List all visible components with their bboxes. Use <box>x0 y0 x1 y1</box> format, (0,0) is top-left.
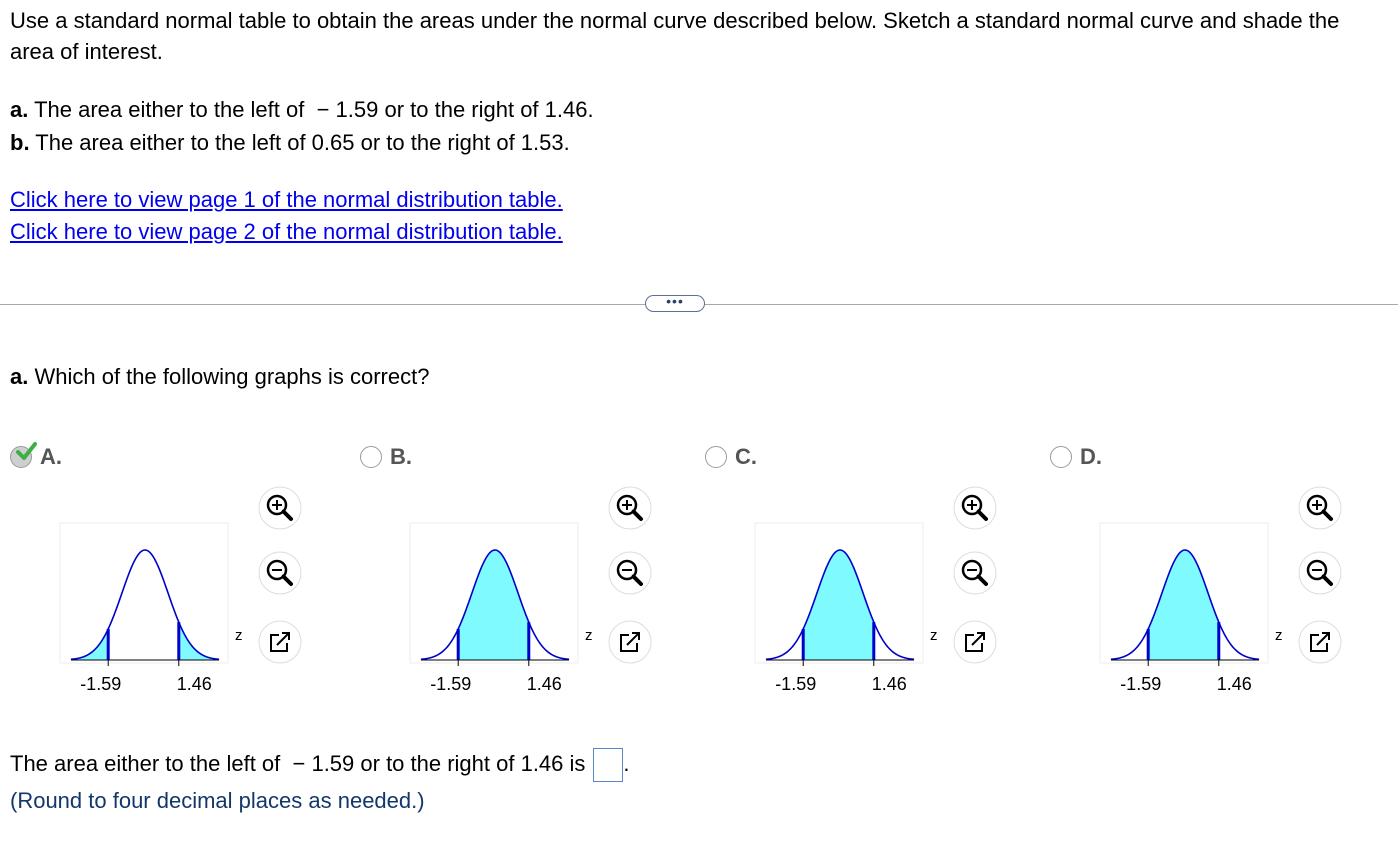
part-a-label: a. <box>10 97 29 122</box>
option-b-radio[interactable] <box>360 446 382 468</box>
open-new-window-icon[interactable] <box>257 619 303 665</box>
tick-label-left: -1.59 <box>1120 674 1161 694</box>
z-axis-label: z <box>1275 627 1283 644</box>
part-b-label: b. <box>10 130 30 155</box>
right-tail-shading <box>178 622 220 660</box>
tick-label-left: -1.59 <box>430 674 471 694</box>
option-a-radio[interactable] <box>10 442 37 468</box>
answer-line: The area either to the left of − 1.59 or… <box>10 748 630 782</box>
tick-label-right: 1.46 <box>177 674 212 694</box>
zoom-in-icon[interactable] <box>257 485 303 531</box>
problem-parts: a. The area either to the left of − 1.59… <box>10 93 594 159</box>
open-new-window-icon[interactable] <box>1297 619 1343 665</box>
answer-prompt: The area either to the left of − 1.59 or… <box>10 750 586 776</box>
option-b-header: B. <box>360 444 412 470</box>
checkmark-icon <box>15 441 37 463</box>
option-d-letter: D. <box>1080 444 1102 469</box>
zoom-out-icon[interactable] <box>257 550 303 596</box>
z-axis-label: z <box>235 627 243 644</box>
tick-label-left: -1.59 <box>80 674 121 694</box>
zoom-in-icon[interactable] <box>607 485 653 531</box>
option-c-letter: C. <box>735 444 757 469</box>
normal-table-page-2-link[interactable]: Click here to view page 2 of the normal … <box>10 216 563 248</box>
option-c-radio[interactable] <box>705 446 727 468</box>
middle-shading <box>1148 550 1219 660</box>
middle-shading <box>458 550 529 660</box>
zoom-out-icon[interactable] <box>607 550 653 596</box>
middle-shading <box>803 550 874 660</box>
open-new-window-icon[interactable] <box>952 619 998 665</box>
option-c-graph: -1.59 1.46 <box>754 522 924 694</box>
option-d-header: D. <box>1050 444 1102 470</box>
part-a: a. The area either to the left of − 1.59… <box>10 93 594 126</box>
option-c-header: C. <box>705 444 757 470</box>
expand-more-button[interactable]: ••• <box>645 294 705 312</box>
part-b-text: The area either to the left of 0.65 or t… <box>29 130 570 155</box>
tick-label-right: 1.46 <box>1217 674 1252 694</box>
z-axis-label: z <box>930 627 938 644</box>
option-a-graph: -1.59 1.46 <box>59 522 229 694</box>
option-d-radio[interactable] <box>1050 446 1072 468</box>
normal-table-page-1-link[interactable]: Click here to view page 1 of the normal … <box>10 184 563 216</box>
question-a: a. Which of the following graphs is corr… <box>10 364 429 390</box>
option-b-letter: B. <box>390 444 412 469</box>
option-a-header: A. <box>10 442 62 470</box>
part-a-text: The area either to the left of − 1.59 or… <box>28 97 594 122</box>
tick-label-left: -1.59 <box>775 674 816 694</box>
option-b-graph: -1.59 1.46 <box>409 522 579 694</box>
tick-label-right: 1.46 <box>527 674 562 694</box>
z-axis-label: z <box>585 627 593 644</box>
answer-input[interactable] <box>593 748 624 782</box>
open-new-window-icon[interactable] <box>607 619 653 665</box>
tick-label-right: 1.46 <box>872 674 907 694</box>
table-links: Click here to view page 1 of the normal … <box>10 184 563 248</box>
question-label: a. <box>10 364 29 389</box>
answer-period: . <box>623 750 630 776</box>
rounding-note: (Round to four decimal places as needed.… <box>10 788 425 813</box>
zoom-out-icon[interactable] <box>952 550 998 596</box>
normal-curve <box>70 549 220 661</box>
zoom-in-icon[interactable] <box>952 485 998 531</box>
zoom-out-icon[interactable] <box>1297 550 1343 596</box>
left-tail-shading <box>70 628 109 660</box>
option-d-graph: -1.59 1.46 <box>1099 522 1269 694</box>
question-text: Which of the following graphs is correct… <box>28 364 430 389</box>
option-a-letter: A. <box>40 444 62 469</box>
problem-statement: Use a standard normal table to obtain th… <box>10 8 1340 64</box>
zoom-in-icon[interactable] <box>1297 485 1343 531</box>
part-b: b. The area either to the left of 0.65 o… <box>10 126 594 159</box>
